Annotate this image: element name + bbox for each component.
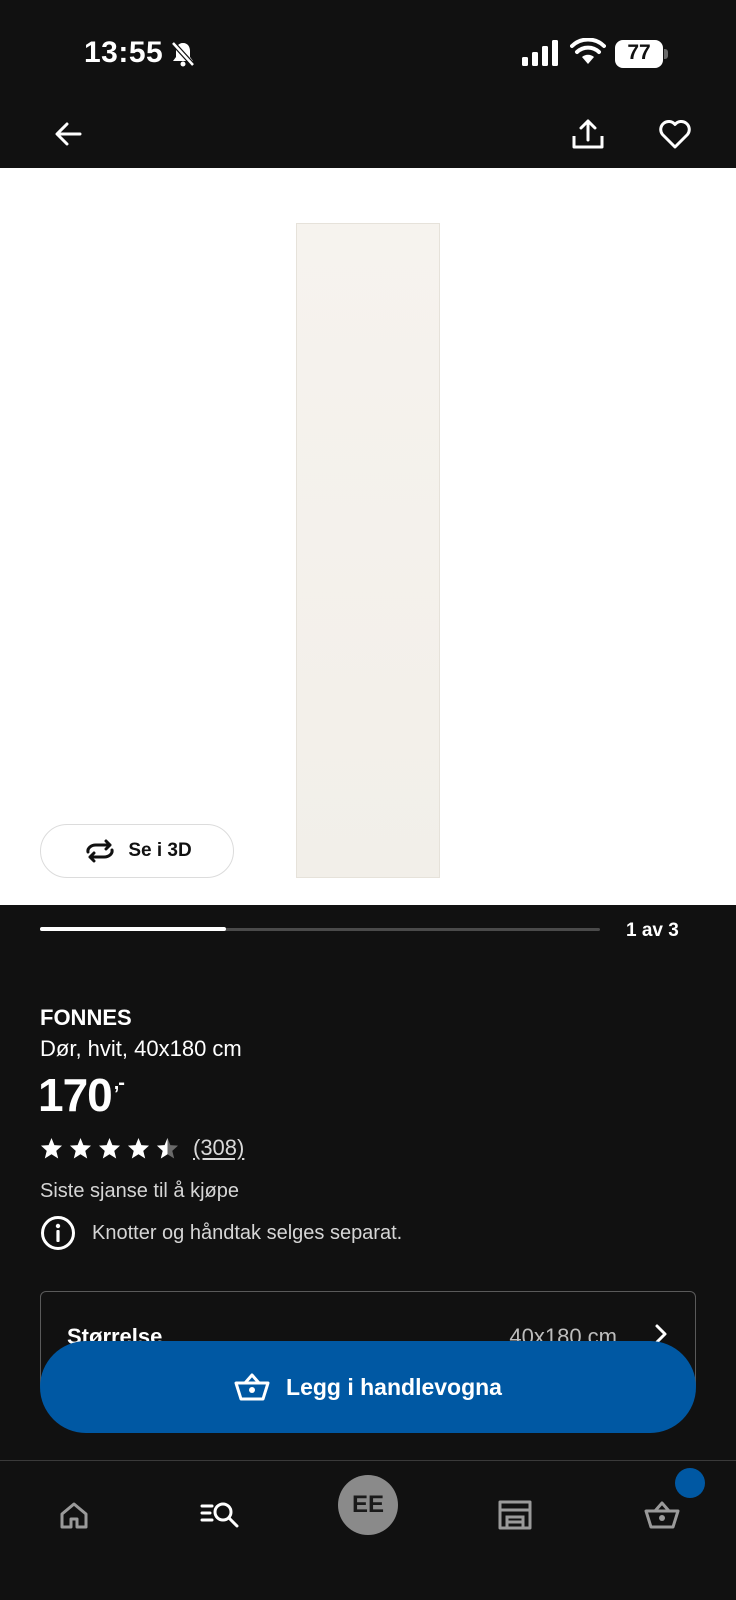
cart-badge bbox=[675, 1468, 705, 1498]
star-icon bbox=[127, 1137, 150, 1159]
basket-icon bbox=[234, 1373, 270, 1401]
gallery-progress-track bbox=[40, 927, 600, 931]
share-icon bbox=[572, 119, 604, 149]
status-time: 13:55 bbox=[84, 36, 164, 69]
heart-icon bbox=[659, 120, 691, 149]
arrow-left-icon bbox=[55, 122, 82, 146]
battery-indicator: 77 bbox=[615, 40, 668, 68]
back-button[interactable] bbox=[46, 112, 90, 156]
cellular-signal-icon bbox=[522, 40, 558, 66]
home-icon bbox=[60, 1502, 88, 1529]
info-notice: Knotter og håndtak selges separat. bbox=[40, 1215, 402, 1251]
gallery-counter: 1 av 3 bbox=[626, 920, 679, 941]
product-name: FONNES bbox=[40, 1005, 132, 1030]
product-description: Dør, hvit, 40x180 cm bbox=[40, 1036, 242, 1061]
price-suffix: ,- bbox=[113, 1072, 125, 1094]
nav-home[interactable] bbox=[46, 1487, 102, 1543]
rating-count-link[interactable]: (308) bbox=[193, 1135, 244, 1161]
wifi-icon bbox=[570, 38, 606, 64]
star-half-icon bbox=[156, 1137, 179, 1159]
star-icon bbox=[98, 1137, 121, 1159]
gallery-progress-fill bbox=[40, 927, 227, 931]
price-value: 170 bbox=[38, 1069, 113, 1121]
info-text: Knotter og håndtak selges separat. bbox=[92, 1221, 403, 1244]
rotate-3d-icon bbox=[86, 839, 114, 863]
availability-text: Siste sjanse til å kjøpe bbox=[40, 1180, 239, 1202]
profile-avatar[interactable]: EE bbox=[338, 1475, 398, 1535]
bottom-navigation: EE bbox=[0, 1460, 736, 1600]
view-3d-label: Se i 3D bbox=[128, 840, 192, 861]
app-header bbox=[0, 100, 736, 168]
basket-icon bbox=[644, 1501, 680, 1529]
star-icon bbox=[69, 1137, 92, 1159]
status-bar: 13:55 77 bbox=[0, 0, 736, 100]
product-image-gallery[interactable]: Se i 3D bbox=[0, 168, 736, 905]
star-icon bbox=[40, 1137, 63, 1159]
share-button[interactable] bbox=[566, 112, 610, 156]
info-icon bbox=[41, 1216, 75, 1250]
store-icon bbox=[498, 1500, 532, 1530]
view-3d-button[interactable]: Se i 3D bbox=[40, 824, 234, 878]
battery-level: 77 bbox=[627, 41, 651, 64]
add-to-cart-label: Legg i handlevogna bbox=[286, 1373, 502, 1400]
search-list-icon bbox=[200, 1502, 239, 1528]
product-image bbox=[296, 223, 440, 878]
nav-stores[interactable] bbox=[487, 1487, 543, 1543]
nav-search[interactable] bbox=[192, 1487, 248, 1543]
product-price: 170 ,- bbox=[38, 1068, 125, 1122]
bell-muted-icon bbox=[171, 41, 195, 67]
favorite-button[interactable] bbox=[653, 112, 697, 156]
rating-row[interactable]: (308) bbox=[40, 1135, 244, 1161]
add-to-cart-button[interactable]: Legg i handlevogna bbox=[40, 1341, 696, 1433]
